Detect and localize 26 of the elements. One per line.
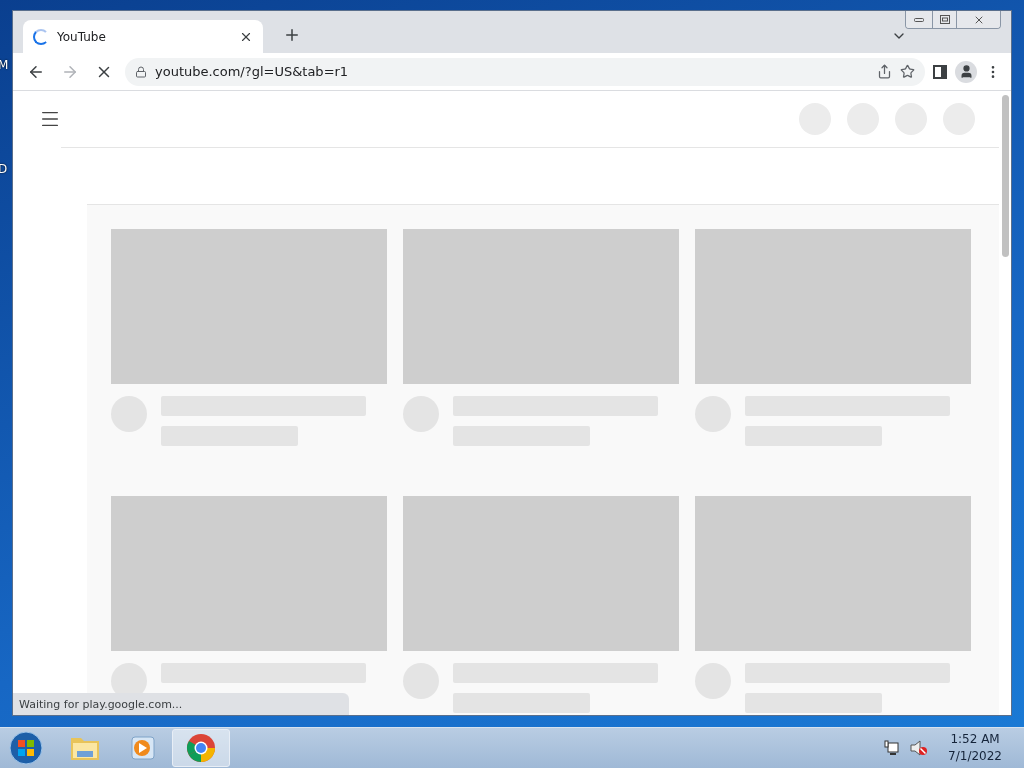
- clock-time: 1:52 AM: [950, 731, 1000, 748]
- taskbar-app[interactable]: [172, 729, 230, 767]
- desktop-icon-label: M: [0, 58, 9, 72]
- restore-button[interactable]: [932, 11, 956, 28]
- chrome-icon: [186, 733, 216, 763]
- browser-tab[interactable]: YouTube: [23, 20, 263, 53]
- side-panel-icon[interactable]: [933, 64, 947, 79]
- media-player-icon: [128, 734, 158, 762]
- bookmark-star-icon[interactable]: [900, 64, 915, 79]
- share-icon[interactable]: [877, 64, 892, 79]
- status-bubble: Waiting for play.google.com...: [13, 693, 349, 715]
- restore-icon: [939, 15, 950, 24]
- address-bar[interactable]: youtube.com/?gl=US&tab=r1: [125, 57, 925, 86]
- start-button[interactable]: [6, 728, 46, 768]
- muted-speaker-icon[interactable]: [910, 740, 929, 756]
- network-icon[interactable]: [884, 740, 901, 756]
- lock-icon: [135, 65, 147, 78]
- tab-title: YouTube: [57, 29, 107, 44]
- minimize-button[interactable]: [906, 11, 932, 28]
- new-tab-icon[interactable]: [283, 26, 301, 44]
- clock-date: 7/1/2022: [948, 748, 1002, 765]
- clock[interactable]: 1:52 AM 7/1/2022: [948, 731, 1002, 765]
- scrollbar-thumb[interactable]: [1001, 95, 1009, 257]
- minimize-icon: [914, 16, 924, 23]
- profile-avatar[interactable]: [955, 60, 977, 83]
- desktop-icon-label: D: [0, 162, 8, 176]
